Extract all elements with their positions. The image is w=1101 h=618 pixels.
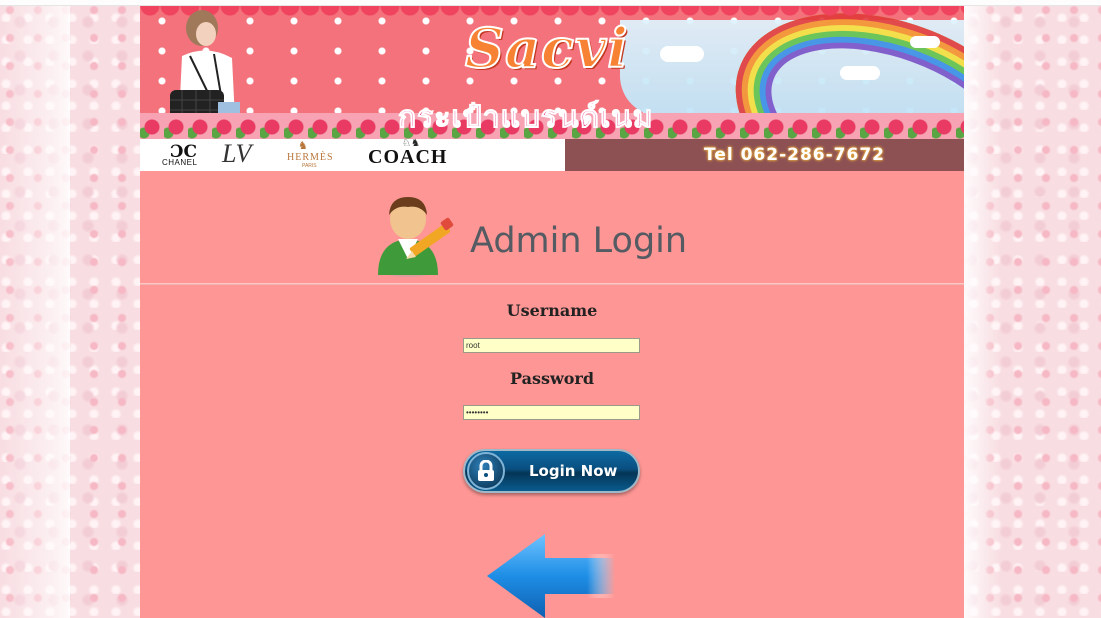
lock-icon — [467, 452, 505, 490]
coach-logo-text: COACH — [368, 146, 448, 168]
brand-logo: Sacvi — [464, 15, 629, 81]
background-fade-right — [963, 0, 1001, 618]
hermes-logo-text: HERMÈS — [287, 152, 334, 163]
brand-logos-strip: ƆC CHANEL LV ♞ HERMÈS PARIS ♘♞ COACH — [140, 138, 565, 171]
page-container: Sacvi กระเป๋าแบรนด์เนม ƆC CHANEL LV ♞ HE… — [140, 6, 964, 618]
telephone-number: Tel 062-286-7672 — [703, 145, 885, 165]
cloud-graphic — [660, 46, 704, 62]
lv-logo: LV — [222, 139, 252, 168]
chanel-logo-text: CHANEL — [162, 158, 198, 167]
hermes-logo-subtext: PARIS — [302, 163, 317, 169]
username-field[interactable]: root — [463, 338, 640, 353]
section-divider — [140, 283, 964, 285]
username-label: Username — [506, 301, 598, 320]
login-button-label: Login Now — [529, 462, 618, 480]
cloud-graphic — [910, 36, 940, 48]
background-fade-left — [0, 0, 70, 618]
password-field[interactable]: •••••••• — [463, 405, 640, 420]
login-button[interactable]: Login Now — [463, 449, 640, 493]
admin-user-edit-icon — [378, 197, 454, 277]
admin-login-title: Admin Login — [470, 221, 688, 261]
admin-header: Admin Login — [140, 171, 964, 283]
thai-shop-title: กระเป๋าแบรนด์เนม — [398, 100, 654, 136]
password-label: Password — [509, 369, 595, 388]
back-arrow-icon[interactable] — [485, 534, 615, 618]
brand-bar: ƆC CHANEL LV ♞ HERMÈS PARIS ♘♞ COACH Tel… — [140, 138, 964, 171]
cloud-graphic — [840, 66, 880, 80]
telephone-bar: Tel 062-286-7672 — [565, 139, 964, 171]
header-banner: Sacvi กระเป๋าแบรนด์เนม — [140, 6, 964, 139]
hermes-carriage-icon: ♞ — [298, 140, 308, 152]
